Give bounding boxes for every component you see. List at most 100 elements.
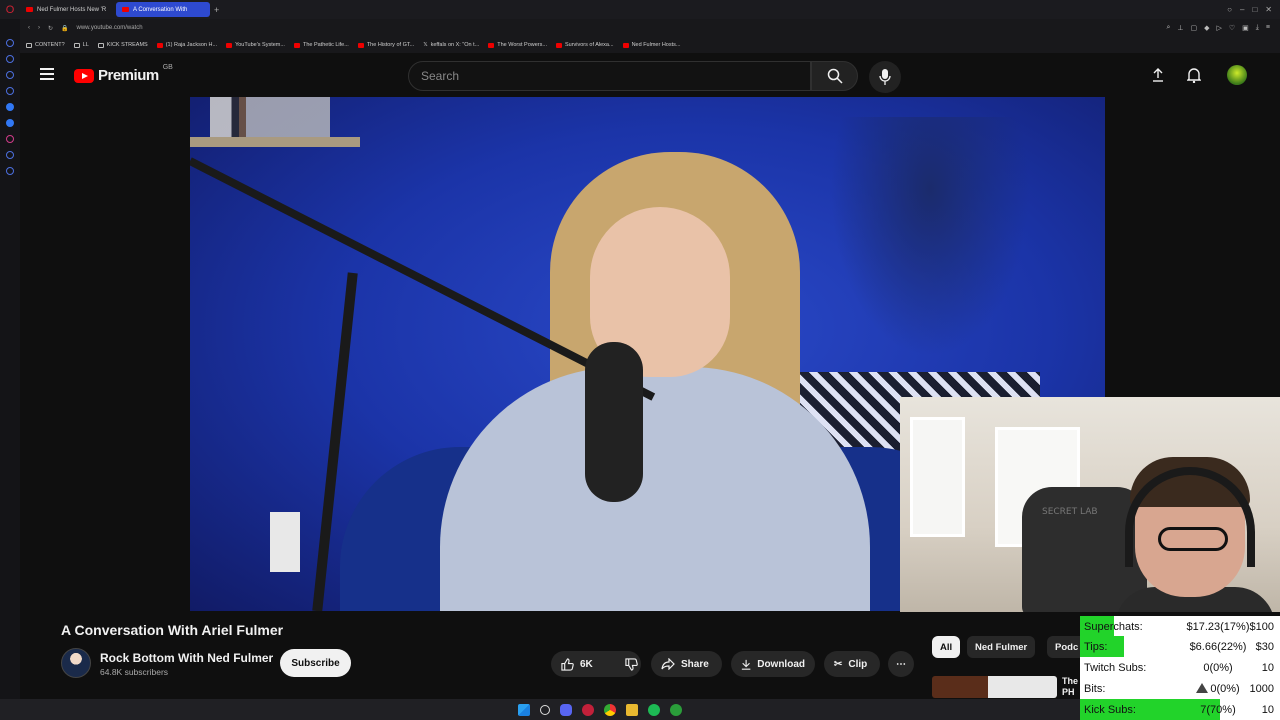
hamburger-menu-icon[interactable]	[40, 68, 54, 80]
pin-icon[interactable]: ⊥	[1177, 24, 1183, 32]
play-icon[interactable]: ▷	[1217, 24, 1222, 32]
xbox-icon[interactable]	[670, 703, 682, 716]
instagram-icon[interactable]	[6, 135, 14, 143]
channel-name[interactable]: Rock Bottom With Ned Fulmer	[100, 651, 273, 665]
search-tabs-icon[interactable]: ○	[1227, 5, 1232, 14]
search-button[interactable]	[811, 61, 858, 91]
minimize-icon[interactable]: –	[1240, 5, 1244, 14]
windows-start-icon[interactable]	[518, 703, 530, 716]
upload-button[interactable]	[1150, 67, 1166, 83]
youtube-premium-logo[interactable]: Premium GB	[74, 64, 173, 84]
youtube-favicon-icon	[122, 7, 129, 12]
thumbs-down-icon	[625, 657, 638, 671]
forward-icon[interactable]: ›	[38, 25, 40, 31]
recommendation-title[interactable]: The PH	[1062, 676, 1078, 698]
tab-label: A Conversation With	[133, 6, 188, 13]
vpn-icon[interactable]: ◆	[1204, 24, 1209, 32]
video-frame-shelf	[190, 137, 360, 147]
new-tab-icon[interactable]: +	[214, 5, 219, 15]
extensions-icon[interactable]: ▣	[1242, 24, 1249, 32]
opera-logo-icon[interactable]: O	[0, 0, 20, 19]
folder-icon	[26, 42, 32, 48]
dislike-button[interactable]	[615, 651, 648, 677]
chrome-icon[interactable]	[604, 703, 616, 716]
bookmark-item[interactable]: The Pathetic Life...	[293, 42, 349, 48]
bookmark-item[interactable]: Survivors of Alexa...	[555, 42, 614, 48]
glasses	[1158, 527, 1228, 551]
menu-icon[interactable]: ≡	[1266, 24, 1270, 32]
like-dislike-group: 6K	[551, 651, 641, 677]
settings-icon[interactable]	[6, 167, 14, 175]
video-frame-bookshelf	[210, 97, 330, 139]
address-bar-actions: ⌕ ⊥ ▢ ◆ ▷ ♡ ▣ ⤓ ≡	[1166, 24, 1280, 32]
snapshot-icon[interactable]: ▢	[1190, 24, 1197, 32]
taskbar-search-icon[interactable]	[540, 704, 550, 715]
bookmarks-icon[interactable]	[6, 87, 14, 95]
bookmark-item[interactable]: 𝕏keffals on X: "On t...	[423, 42, 479, 48]
bookmark-item[interactable]: (1) Raja Jackson H...	[156, 42, 217, 48]
download-button[interactable]: Download	[731, 651, 815, 677]
chair-logo: SECRET LAB	[1042, 507, 1098, 517]
video-frame-plant	[830, 117, 1030, 357]
window-controls: ○ – □ ✕	[1227, 5, 1280, 14]
account-avatar[interactable]	[1227, 65, 1247, 85]
browser-tabbar: O Ned Fulmer Hosts New 'R A Conversation…	[0, 0, 1280, 19]
share-icon	[661, 658, 675, 670]
history-icon[interactable]	[6, 151, 14, 159]
messenger-icon[interactable]	[6, 103, 14, 111]
url-field[interactable]: www.youtube.com/watch	[77, 25, 143, 31]
share-button[interactable]: Share	[651, 651, 722, 677]
video-title: A Conversation With Ariel Fulmer	[61, 622, 284, 638]
goal-row-twitch-subs: Twitch Subs: 0(0%) 10	[1084, 661, 1274, 674]
discord-icon[interactable]	[560, 703, 572, 716]
bell-icon	[1187, 68, 1201, 83]
chip-all[interactable]: All	[932, 636, 961, 658]
bookmark-item[interactable]: Ned Fulmer Hosts...	[622, 42, 680, 48]
scissors-icon: ✂	[834, 658, 843, 670]
goal-row-tips: Tips: $6.66(22%) $30	[1080, 636, 1280, 657]
maximize-icon[interactable]: □	[1252, 5, 1257, 14]
bookmark-item[interactable]: KICK STREAMS	[97, 42, 148, 48]
youtube-header: Premium GB Search	[20, 53, 1280, 97]
tab-conversation[interactable]: A Conversation With	[116, 2, 210, 17]
speed-dial-icon[interactable]	[6, 39, 14, 47]
back-icon[interactable]: ‹	[28, 25, 30, 31]
notifications-button[interactable]	[1186, 67, 1202, 83]
voice-search-button[interactable]	[869, 61, 901, 93]
chat-icon[interactable]	[6, 71, 14, 79]
reload-icon[interactable]: ↻	[48, 25, 53, 32]
aria-icon[interactable]	[6, 55, 14, 63]
clip-button[interactable]: ✂ Clip	[824, 651, 880, 677]
chip-ned-fulmer[interactable]: Ned Fulmer	[967, 636, 1036, 658]
tab-ned-fulmer-hosts[interactable]: Ned Fulmer Hosts New 'R	[20, 2, 114, 17]
close-icon[interactable]: ✕	[1265, 5, 1272, 14]
search-input[interactable]: Search	[408, 61, 811, 91]
youtube-favicon-icon	[555, 42, 562, 48]
like-button[interactable]: 6K	[551, 651, 603, 677]
tab-label: Ned Fulmer Hosts New 'R	[37, 6, 107, 13]
youtube-favicon-icon	[488, 42, 495, 48]
recommendation-thumbnail[interactable]	[932, 676, 1057, 698]
subscriber-count: 64.8K subscribers	[100, 667, 169, 677]
bookmark-item[interactable]: YouTube's System...	[226, 42, 285, 48]
zoom-icon[interactable]: ⌕	[1166, 24, 1170, 32]
bookmark-item[interactable]: CONTENT?	[26, 42, 65, 48]
bookmark-item[interactable]: LL	[73, 42, 89, 48]
webcam-window	[910, 417, 965, 537]
video-frame-microphone	[585, 342, 643, 502]
goal-row-superchats: Superchats: $17.23(17%) $100	[1080, 616, 1280, 637]
bits-icon	[1196, 682, 1209, 693]
bookmark-item[interactable]: The Worst Powers...	[488, 42, 547, 48]
spotify-icon[interactable]	[648, 703, 660, 716]
file-explorer-icon[interactable]	[626, 703, 638, 716]
channel-avatar[interactable]	[61, 648, 91, 678]
heart-icon[interactable]: ♡	[1229, 24, 1235, 32]
opera-icon[interactable]	[582, 703, 594, 716]
subscribe-button[interactable]: Subscribe	[280, 649, 351, 677]
whatsapp-icon[interactable]	[6, 119, 14, 127]
bookmark-item[interactable]: The History of GT...	[357, 42, 414, 48]
x-logo-icon: 𝕏	[423, 42, 428, 48]
youtube-favicon-icon	[156, 42, 163, 48]
more-actions-button[interactable]: ⋯	[888, 651, 914, 677]
download-icon[interactable]: ⤓	[1256, 24, 1259, 32]
